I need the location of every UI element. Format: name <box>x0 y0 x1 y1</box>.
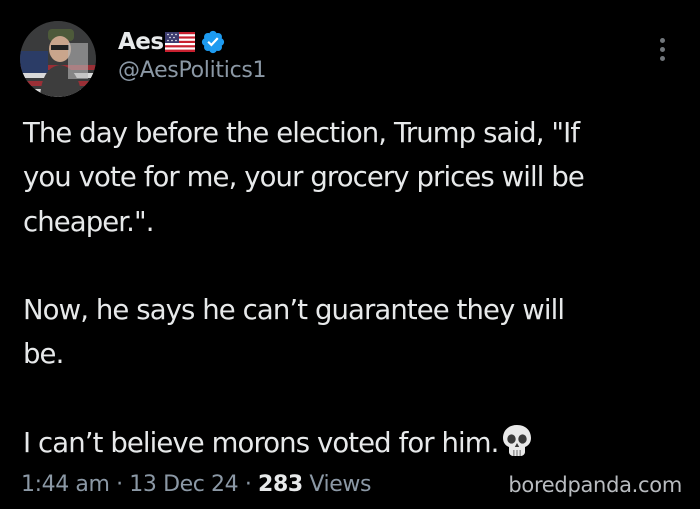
tweet-time[interactable]: 1:44 am <box>21 472 110 497</box>
author-handle[interactable]: @AesPolitics1 <box>118 58 267 83</box>
more-options-icon[interactable] <box>652 38 672 66</box>
verified-badge-icon[interactable] <box>200 29 226 55</box>
tweet-line-last: I can’t believe morons voted for him. <box>23 421 693 465</box>
tweet-paragraph: I can’t believe morons voted for him. <box>23 421 693 465</box>
tweet: Aes @AesPolitics1 The day before the ele… <box>0 0 700 509</box>
tweet-line: cheaper.". <box>23 205 155 238</box>
tweet-paragraph: Now, he says he can’t guarantee they wil… <box>23 288 693 377</box>
skull-emoji-icon <box>501 424 533 458</box>
tweet-line: be. <box>23 338 64 371</box>
meta-separator: · <box>238 472 259 497</box>
tweet-date[interactable]: 13 Dec 24 <box>129 472 238 497</box>
tweet-paragraph: The day before the election, Trump said,… <box>23 111 693 244</box>
tweet-line: you vote for me, your grocery prices wil… <box>23 161 585 194</box>
tweet-meta: 1:44 am · 13 Dec 24 · 283 Views <box>21 472 371 497</box>
tweet-line: The day before the election, Trump said,… <box>23 117 580 149</box>
author-name-row[interactable]: Aes <box>118 26 226 58</box>
views-count: 283 <box>258 472 303 497</box>
watermark: boredpanda.com <box>508 473 682 497</box>
views-label: Views <box>302 472 372 497</box>
tweet-text: The day before the election, Trump said,… <box>23 111 693 465</box>
tweet-line: Now, he says he can’t guarantee they wil… <box>23 294 565 327</box>
tweet-line-text: I can’t believe morons voted for him. <box>23 427 499 460</box>
avatar[interactable] <box>20 21 96 97</box>
us-flag-icon <box>164 32 195 52</box>
meta-separator: · <box>109 472 130 497</box>
author-display-name[interactable]: Aes <box>118 29 164 55</box>
